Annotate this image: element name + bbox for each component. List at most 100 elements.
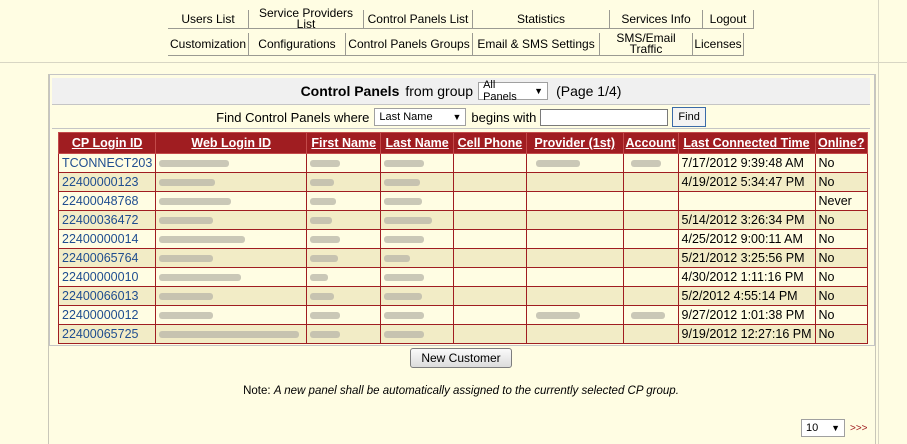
top-navigation: Users List Service Providers List Contro…: [0, 0, 907, 63]
web-login-id-redacted: [155, 153, 308, 173]
from-group-label: from group: [405, 83, 474, 99]
provider-redacted: [525, 229, 624, 249]
find-button[interactable]: Find: [672, 107, 706, 127]
cell-phone: [452, 248, 527, 268]
group-select[interactable]: All Panels ▼: [478, 79, 549, 103]
right-divider: [878, 0, 879, 444]
find-input[interactable]: [540, 108, 669, 126]
next-page-link[interactable]: >>>: [850, 423, 868, 434]
col-web-login-id[interactable]: Web Login ID: [155, 132, 308, 154]
nav-control-panels-groups[interactable]: Control Panels Groups: [346, 33, 473, 56]
col-first-name[interactable]: First Name: [306, 132, 382, 154]
chevron-down-icon: ▼: [452, 112, 462, 122]
last-name-redacted: [380, 248, 454, 268]
nav-logout[interactable]: Logout: [703, 10, 754, 29]
col-provider[interactable]: Provider (1st): [525, 132, 624, 154]
table-row[interactable]: TCONNECT203 7/17/2012 9:39:48 AM No: [57, 153, 868, 173]
web-login-id-redacted: [155, 229, 308, 249]
find-field-select[interactable]: Last Name ▼: [374, 108, 467, 126]
web-login-id-redacted: [155, 267, 308, 287]
col-cp-login-id[interactable]: CP Login ID: [57, 132, 157, 154]
provider-redacted: [525, 210, 624, 230]
first-name-redacted: [306, 324, 382, 344]
col-last-name[interactable]: Last Name: [380, 132, 454, 154]
table-row[interactable]: 22400065764 5/21/2012 3:25:56 PM No: [57, 248, 868, 268]
table-row[interactable]: 22400000123 4/19/2012 5:34:47 PM No: [57, 172, 868, 192]
col-last-connected-time[interactable]: Last Connected Time: [677, 132, 816, 154]
begins-with-label: begins with: [471, 109, 537, 125]
cell-phone: [452, 267, 527, 287]
first-name-redacted: [306, 153, 382, 173]
cp-login-id[interactable]: 22400036472: [57, 210, 157, 230]
nav-customization[interactable]: Customization: [168, 33, 249, 56]
nav-sms-email-traffic[interactable]: SMS/Email Traffic: [600, 32, 693, 56]
cp-login-id[interactable]: 22400000012: [57, 305, 157, 325]
cp-login-id[interactable]: 22400000123: [57, 172, 157, 192]
col-cell-phone[interactable]: Cell Phone: [452, 132, 527, 154]
nav-statistics[interactable]: Statistics: [473, 10, 610, 29]
first-name-redacted: [306, 229, 382, 249]
nav-users-list[interactable]: Users List: [168, 10, 249, 29]
table-row[interactable]: 22400000010 4/30/2012 1:11:16 PM No: [57, 267, 868, 287]
last-name-redacted: [380, 305, 454, 325]
col-account[interactable]: Account: [622, 132, 679, 154]
last-connected-time: 4/19/2012 5:34:47 PM: [677, 172, 816, 192]
first-name-redacted: [306, 248, 382, 268]
find-field-value: Last Name: [379, 111, 433, 123]
last-name-redacted: [380, 324, 454, 344]
online-status: No: [814, 210, 868, 230]
nav-configurations[interactable]: Configurations: [249, 33, 346, 56]
last-name-redacted: [380, 153, 454, 173]
note-text: A new panel shall be automatically assig…: [273, 385, 679, 397]
table-row[interactable]: 22400036472 5/14/2012 3:26:34 PM No: [57, 210, 868, 230]
new-customer-button[interactable]: New Customer: [410, 348, 512, 368]
web-login-id-redacted: [155, 286, 308, 306]
first-name-redacted: [306, 210, 382, 230]
last-connected-time: 7/17/2012 9:39:48 AM: [677, 153, 816, 173]
cp-login-id[interactable]: 22400065725: [57, 324, 157, 344]
last-name-redacted: [380, 229, 454, 249]
online-status: No: [814, 229, 868, 249]
nav-control-panels-list[interactable]: Control Panels List: [364, 10, 473, 29]
account-redacted: [622, 267, 679, 287]
table-row[interactable]: 22400000012 9/27/2012 1:01:38 PM No: [57, 305, 868, 325]
web-login-id-redacted: [155, 248, 308, 268]
provider-redacted: [525, 267, 624, 287]
page-size-select[interactable]: 10 ▼: [801, 419, 845, 437]
cp-login-id[interactable]: 22400065764: [57, 248, 157, 268]
account-redacted: [622, 305, 679, 325]
online-status: No: [814, 267, 868, 287]
nav-email-sms-settings[interactable]: Email & SMS Settings: [473, 33, 600, 56]
provider-redacted: [525, 172, 624, 192]
account-redacted: [622, 172, 679, 192]
cell-phone: [452, 153, 527, 173]
last-connected-time: 9/27/2012 1:01:38 PM: [677, 305, 816, 325]
cell-phone: [452, 305, 527, 325]
cp-login-id[interactable]: 22400000010: [57, 267, 157, 287]
nav-service-providers-list[interactable]: Service Providers List: [249, 7, 364, 30]
panel-title-bar: Control Panels from group All Panels ▼ (…: [52, 78, 870, 105]
nav-services-info[interactable]: Services Info: [610, 10, 703, 29]
col-online[interactable]: Online?: [814, 132, 868, 154]
table-row[interactable]: 22400066013 5/2/2012 4:55:14 PM No: [57, 286, 868, 306]
account-redacted: [622, 286, 679, 306]
first-name-redacted: [306, 286, 382, 306]
cp-login-id[interactable]: TCONNECT203: [57, 153, 157, 173]
cp-login-id[interactable]: 22400066013: [57, 286, 157, 306]
cell-phone: [452, 210, 527, 230]
online-status: No: [814, 324, 868, 344]
table-row[interactable]: 22400065725 9/19/2012 12:27:16 PM No: [57, 324, 868, 344]
online-status: No: [814, 172, 868, 192]
cp-login-id[interactable]: 22400000014: [57, 229, 157, 249]
last-connected-time: 5/2/2012 4:55:14 PM: [677, 286, 816, 306]
cell-phone: [452, 229, 527, 249]
panel-title: Control Panels: [300, 83, 400, 99]
account-redacted: [622, 248, 679, 268]
cp-login-id[interactable]: 22400048768: [57, 191, 157, 211]
nav-licenses[interactable]: Licenses: [693, 33, 744, 56]
table-row[interactable]: 22400000014 4/25/2012 9:00:11 AM No: [57, 229, 868, 249]
table-row[interactable]: 22400048768 Never: [57, 191, 868, 211]
page-size-value: 10: [806, 422, 819, 434]
assignment-note: Note: A new panel shall be automatically…: [49, 385, 873, 397]
last-name-redacted: [380, 191, 454, 211]
